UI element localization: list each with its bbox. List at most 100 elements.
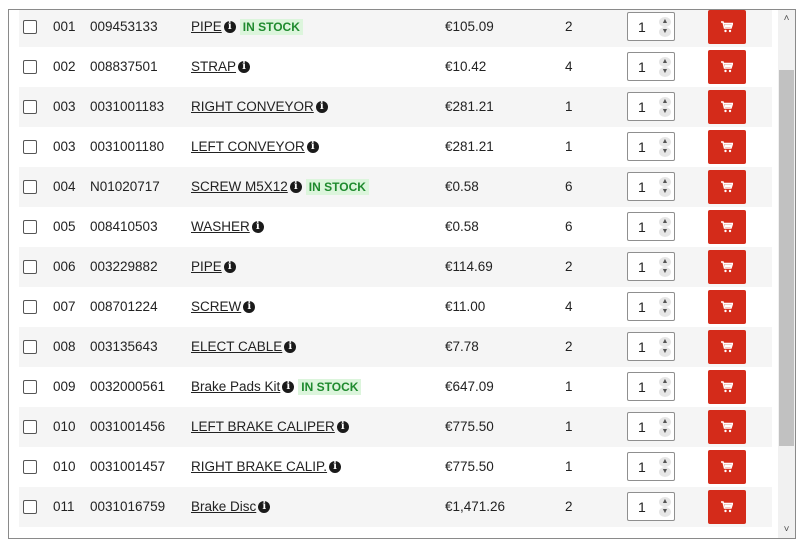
stepper-up-icon[interactable]: ▲ [659,377,671,387]
scroll-up-arrow-icon[interactable]: ˄ [778,10,795,27]
scroll-thumb[interactable] [779,70,794,446]
row-select-checkbox[interactable] [23,20,37,34]
part-description-link[interactable]: Brake Disc [191,487,256,527]
info-icon[interactable]: i [258,501,271,513]
stepper-up-icon[interactable]: ▲ [659,417,671,427]
quantity-stepper[interactable]: 1 ▲ ▼ [627,332,675,361]
stepper-up-icon[interactable]: ▲ [659,17,671,27]
part-description-link[interactable]: STRAP [191,47,236,87]
info-icon[interactable]: i [306,141,319,153]
scroll-down-arrow-icon[interactable]: ˅ [778,521,795,538]
add-to-cart-button[interactable] [708,170,746,204]
stepper-up-icon[interactable]: ▲ [659,57,671,67]
stepper-down-icon[interactable]: ▼ [659,427,671,437]
info-icon[interactable]: i [282,381,295,393]
quantity-stepper-value[interactable]: 1 [638,373,646,402]
stepper-up-icon[interactable]: ▲ [659,137,671,147]
stepper-up-icon[interactable]: ▲ [659,97,671,107]
part-description-link[interactable]: PIPE [191,247,222,287]
stepper-up-icon[interactable]: ▲ [659,177,671,187]
row-select-checkbox[interactable] [23,60,37,74]
add-to-cart-button[interactable] [708,130,746,164]
quantity-stepper[interactable]: 1 ▲ ▼ [627,292,675,321]
info-icon[interactable]: i [223,261,236,273]
quantity-stepper[interactable]: 1 ▲ ▼ [627,372,675,401]
info-icon[interactable]: i [251,221,264,233]
part-description-link[interactable]: SCREW M5X12 [191,167,288,207]
quantity-stepper[interactable]: 1 ▲ ▼ [627,132,675,161]
add-to-cart-button[interactable] [708,50,746,84]
info-icon[interactable]: i [223,21,236,33]
quantity-stepper-value[interactable]: 1 [638,293,646,322]
stepper-down-icon[interactable]: ▼ [659,307,671,317]
add-to-cart-button[interactable] [708,490,746,524]
quantity-stepper-value[interactable]: 1 [638,413,646,442]
stepper-down-icon[interactable]: ▼ [659,147,671,157]
vertical-scrollbar[interactable]: ˄ ˅ [778,10,795,538]
stepper-up-icon[interactable]: ▲ [659,337,671,347]
info-icon[interactable]: i [238,61,251,73]
stepper-up-icon[interactable]: ▲ [659,297,671,307]
stepper-down-icon[interactable]: ▼ [659,67,671,77]
stepper-down-icon[interactable]: ▼ [659,227,671,237]
add-to-cart-button[interactable] [708,290,746,324]
quantity-stepper[interactable]: 1 ▲ ▼ [627,12,675,41]
info-icon[interactable]: i [336,421,349,433]
row-select-checkbox[interactable] [23,260,37,274]
stepper-down-icon[interactable]: ▼ [659,267,671,277]
row-select-checkbox[interactable] [23,340,37,354]
stepper-up-icon[interactable]: ▲ [659,217,671,227]
row-select-checkbox[interactable] [23,500,37,514]
row-select-checkbox[interactable] [23,220,37,234]
stepper-down-icon[interactable]: ▼ [659,187,671,197]
part-description-link[interactable]: RIGHT CONVEYOR [191,87,314,127]
quantity-stepper[interactable]: 1 ▲ ▼ [627,172,675,201]
add-to-cart-button[interactable] [708,330,746,364]
quantity-stepper-value[interactable]: 1 [638,493,646,522]
part-description-link[interactable]: Brake Pads Kit [191,367,280,407]
info-icon[interactable]: i [284,341,297,353]
add-to-cart-button[interactable] [708,210,746,244]
row-select-checkbox[interactable] [23,140,37,154]
part-description-link[interactable]: RIGHT BRAKE CALIP. [191,447,327,487]
row-select-checkbox[interactable] [23,180,37,194]
add-to-cart-button[interactable] [708,450,746,484]
part-description-link[interactable]: SCREW [191,287,241,327]
part-description-link[interactable]: LEFT CONVEYOR [191,127,305,167]
row-select-checkbox[interactable] [23,380,37,394]
part-description-link[interactable]: PIPE [191,10,222,47]
info-icon[interactable]: i [329,461,342,473]
stepper-up-icon[interactable]: ▲ [659,497,671,507]
info-icon[interactable]: i [243,301,256,313]
add-to-cart-button[interactable] [708,370,746,404]
quantity-stepper-value[interactable]: 1 [638,253,646,282]
add-to-cart-button[interactable] [708,10,746,44]
row-select-checkbox[interactable] [23,300,37,314]
quantity-stepper[interactable]: 1 ▲ ▼ [627,412,675,441]
quantity-stepper-value[interactable]: 1 [638,333,646,362]
quantity-stepper[interactable]: 1 ▲ ▼ [627,92,675,121]
quantity-stepper[interactable]: 1 ▲ ▼ [627,52,675,81]
stepper-down-icon[interactable]: ▼ [659,27,671,37]
stepper-up-icon[interactable]: ▲ [659,457,671,467]
part-description-link[interactable]: LEFT BRAKE CALIPER [191,407,335,447]
quantity-stepper[interactable]: 1 ▲ ▼ [627,452,675,481]
stepper-down-icon[interactable]: ▼ [659,467,671,477]
add-to-cart-button[interactable] [708,410,746,444]
row-select-checkbox[interactable] [23,460,37,474]
quantity-stepper[interactable]: 1 ▲ ▼ [627,252,675,281]
info-icon[interactable]: i [289,181,302,193]
stepper-down-icon[interactable]: ▼ [659,387,671,397]
quantity-stepper-value[interactable]: 1 [638,13,646,42]
add-to-cart-button[interactable] [708,250,746,284]
info-icon[interactable]: i [315,101,328,113]
quantity-stepper-value[interactable]: 1 [638,133,646,162]
quantity-stepper-value[interactable]: 1 [638,93,646,122]
part-description-link[interactable]: WASHER [191,207,250,247]
add-to-cart-button[interactable] [708,90,746,124]
quantity-stepper-value[interactable]: 1 [638,453,646,482]
stepper-down-icon[interactable]: ▼ [659,347,671,357]
quantity-stepper[interactable]: 1 ▲ ▼ [627,492,675,521]
stepper-down-icon[interactable]: ▼ [659,107,671,117]
quantity-stepper-value[interactable]: 1 [638,213,646,242]
